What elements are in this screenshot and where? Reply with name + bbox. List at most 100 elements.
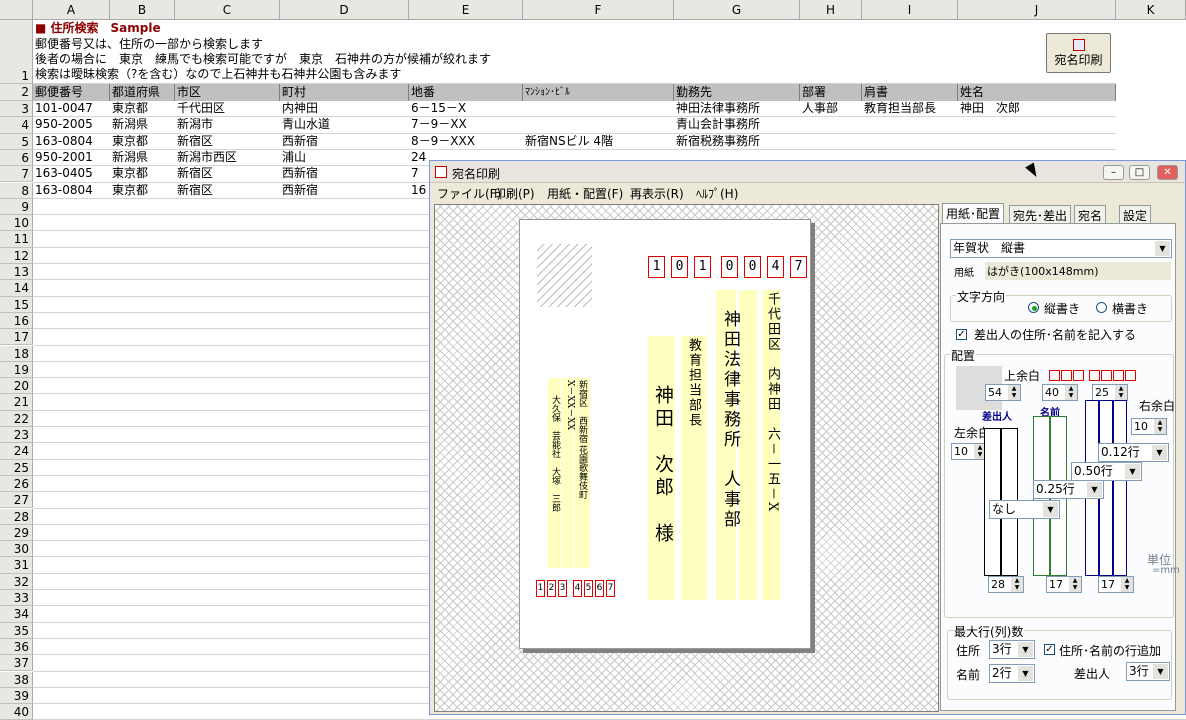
row-header[interactable]: 6: [0, 149, 33, 167]
table-cell[interactable]: 神田 次郎: [958, 100, 1020, 117]
row-header[interactable]: 9: [0, 198, 33, 216]
table-cell[interactable]: 新宿区: [175, 182, 213, 199]
header-cell[interactable]: 姓名: [958, 84, 1116, 101]
table-cell[interactable]: 内神田: [280, 100, 318, 117]
row-header[interactable]: 19: [0, 361, 33, 379]
row-header[interactable]: 36: [0, 638, 33, 656]
sender-gap-select[interactable]: なし ▼: [989, 500, 1060, 519]
name-pos-spinner[interactable]: 40 ▲ ▼: [1042, 384, 1078, 401]
row-header[interactable]: 30: [0, 541, 33, 558]
select-all-corner[interactable]: [0, 0, 33, 20]
table-cell[interactable]: 新潟県: [110, 116, 148, 133]
tab-destination[interactable]: 宛先･差出: [1009, 205, 1072, 223]
column-header[interactable]: D: [280, 0, 409, 20]
table-cell[interactable]: 16: [409, 182, 426, 199]
name-bottom-spinner[interactable]: 17 ▲ ▼: [1046, 576, 1082, 593]
spin-arrows-icon[interactable]: ▲ ▼: [1121, 577, 1133, 592]
table-cell[interactable]: 163-0804: [33, 133, 93, 150]
left-margin-spinner[interactable]: 10 ▲ ▼: [951, 443, 987, 460]
title-bar[interactable]: 宛名印刷 – □ ✕: [430, 161, 1185, 183]
paper-type-select[interactable]: 年賀状 縦書 ▼: [950, 239, 1172, 258]
top-margin-spinner[interactable]: 54 ▲ ▼: [985, 384, 1021, 401]
menu-paper-layout[interactable]: 用紙・配置(F): [547, 185, 623, 202]
row-header[interactable]: 20: [0, 378, 33, 395]
header-cell[interactable]: 肩書: [862, 84, 958, 101]
table-cell[interactable]: 千代田区: [175, 100, 225, 117]
row-header[interactable]: 1: [0, 20, 33, 84]
row-header[interactable]: 3: [0, 101, 33, 118]
menu-help[interactable]: ﾍﾙﾌﾟ(H): [696, 185, 738, 202]
row-header[interactable]: 26: [0, 475, 33, 493]
sender-bottom-spinner[interactable]: 28 ▲ ▼: [988, 576, 1024, 593]
table-cell[interactable]: 新宿区: [175, 165, 213, 182]
addr-bottom-spinner[interactable]: 17 ▲ ▼: [1098, 576, 1134, 593]
table-cell[interactable]: 青山会計事務所: [674, 116, 760, 133]
spin-arrows-icon[interactable]: ▲ ▼: [1008, 385, 1020, 400]
row-header[interactable]: 7: [0, 166, 33, 183]
spin-arrows-icon[interactable]: ▲ ▼: [1011, 577, 1023, 592]
header-cell[interactable]: 市区: [175, 84, 280, 101]
table-cell[interactable]: 東京都: [110, 182, 148, 199]
table-cell[interactable]: 新潟市西区: [175, 149, 237, 166]
tab-name[interactable]: 宛名: [1074, 205, 1107, 223]
table-cell[interactable]: 青山水道: [280, 116, 330, 133]
column-header[interactable]: G: [674, 0, 800, 20]
header-cell[interactable]: 町村: [280, 84, 409, 101]
spin-arrows-icon[interactable]: ▲ ▼: [1065, 385, 1077, 400]
header-cell[interactable]: 地番: [409, 84, 523, 101]
row-header[interactable]: 31: [0, 557, 33, 574]
row-header[interactable]: 8: [0, 182, 33, 199]
row-header[interactable]: 21: [0, 394, 33, 411]
column-header[interactable]: I: [862, 0, 958, 20]
column-header[interactable]: K: [1116, 0, 1186, 20]
table-cell[interactable]: 24: [409, 149, 426, 166]
tab-paper-layout[interactable]: 用紙･配置: [942, 203, 1005, 223]
row-header[interactable]: 17: [0, 329, 33, 346]
row-header[interactable]: 5: [0, 133, 33, 150]
addr-pos-spinner[interactable]: 25 ▲ ▼: [1092, 384, 1128, 401]
header-cell[interactable]: 勤務先: [674, 84, 800, 101]
menu-refresh[interactable]: 再表示(R): [630, 185, 684, 202]
table-cell[interactable]: 7: [409, 165, 419, 182]
row-header[interactable]: 15: [0, 296, 33, 313]
row-header[interactable]: 32: [0, 573, 33, 590]
table-cell[interactable]: 西新宿: [280, 133, 318, 150]
row-header[interactable]: 35: [0, 622, 33, 639]
table-cell[interactable]: 西新宿: [280, 182, 318, 199]
row-header[interactable]: 38: [0, 671, 33, 688]
max-addr-select[interactable]: 3行 ▼: [989, 640, 1035, 659]
table-cell[interactable]: 人事部: [800, 100, 838, 117]
table-cell[interactable]: 950-2005: [33, 116, 93, 133]
table-cell[interactable]: 163-0804: [33, 182, 93, 199]
table-cell[interactable]: 東京都: [110, 100, 148, 117]
row-header[interactable]: 10: [0, 215, 33, 232]
column-header[interactable]: H: [800, 0, 862, 20]
row-header[interactable]: 12: [0, 247, 33, 264]
column-header[interactable]: J: [958, 0, 1116, 20]
row-header[interactable]: 39: [0, 687, 33, 705]
name-gap-select[interactable]: 0.50行 ▼: [1071, 462, 1142, 481]
table-cell[interactable]: 101-0047: [33, 100, 93, 117]
tab-settings[interactable]: 設定: [1119, 205, 1152, 223]
row-header[interactable]: 4: [0, 117, 33, 134]
table-cell[interactable]: 西新宿: [280, 165, 318, 182]
spin-arrows-icon[interactable]: ▲ ▼: [1069, 577, 1081, 592]
header-cell[interactable]: 都道府県: [110, 84, 175, 101]
horizontal-radio[interactable]: [1096, 302, 1107, 313]
row-header[interactable]: 2: [0, 84, 33, 101]
row-header[interactable]: 16: [0, 312, 33, 330]
header-cell[interactable]: ﾏﾝｼｮﾝ･ﾋﾞﾙ: [523, 84, 674, 101]
table-cell[interactable]: 教育担当部長: [862, 100, 936, 117]
table-cell[interactable]: 新宿税務事務所: [674, 133, 760, 150]
table-cell[interactable]: 6－15－X: [409, 100, 466, 117]
max-name-select[interactable]: 2行 ▼: [989, 664, 1035, 683]
row-header[interactable]: 25: [0, 459, 33, 476]
table-cell[interactable]: 新潟市: [175, 116, 213, 133]
row-header[interactable]: 18: [0, 345, 33, 362]
minimize-button[interactable]: –: [1103, 165, 1124, 180]
row-header[interactable]: 11: [0, 231, 33, 248]
row-header[interactable]: 14: [0, 280, 33, 297]
menu-file[interactable]: ファイル(F): [437, 185, 501, 202]
column-header[interactable]: E: [409, 0, 523, 20]
table-cell[interactable]: 神田法律事務所: [674, 100, 760, 117]
